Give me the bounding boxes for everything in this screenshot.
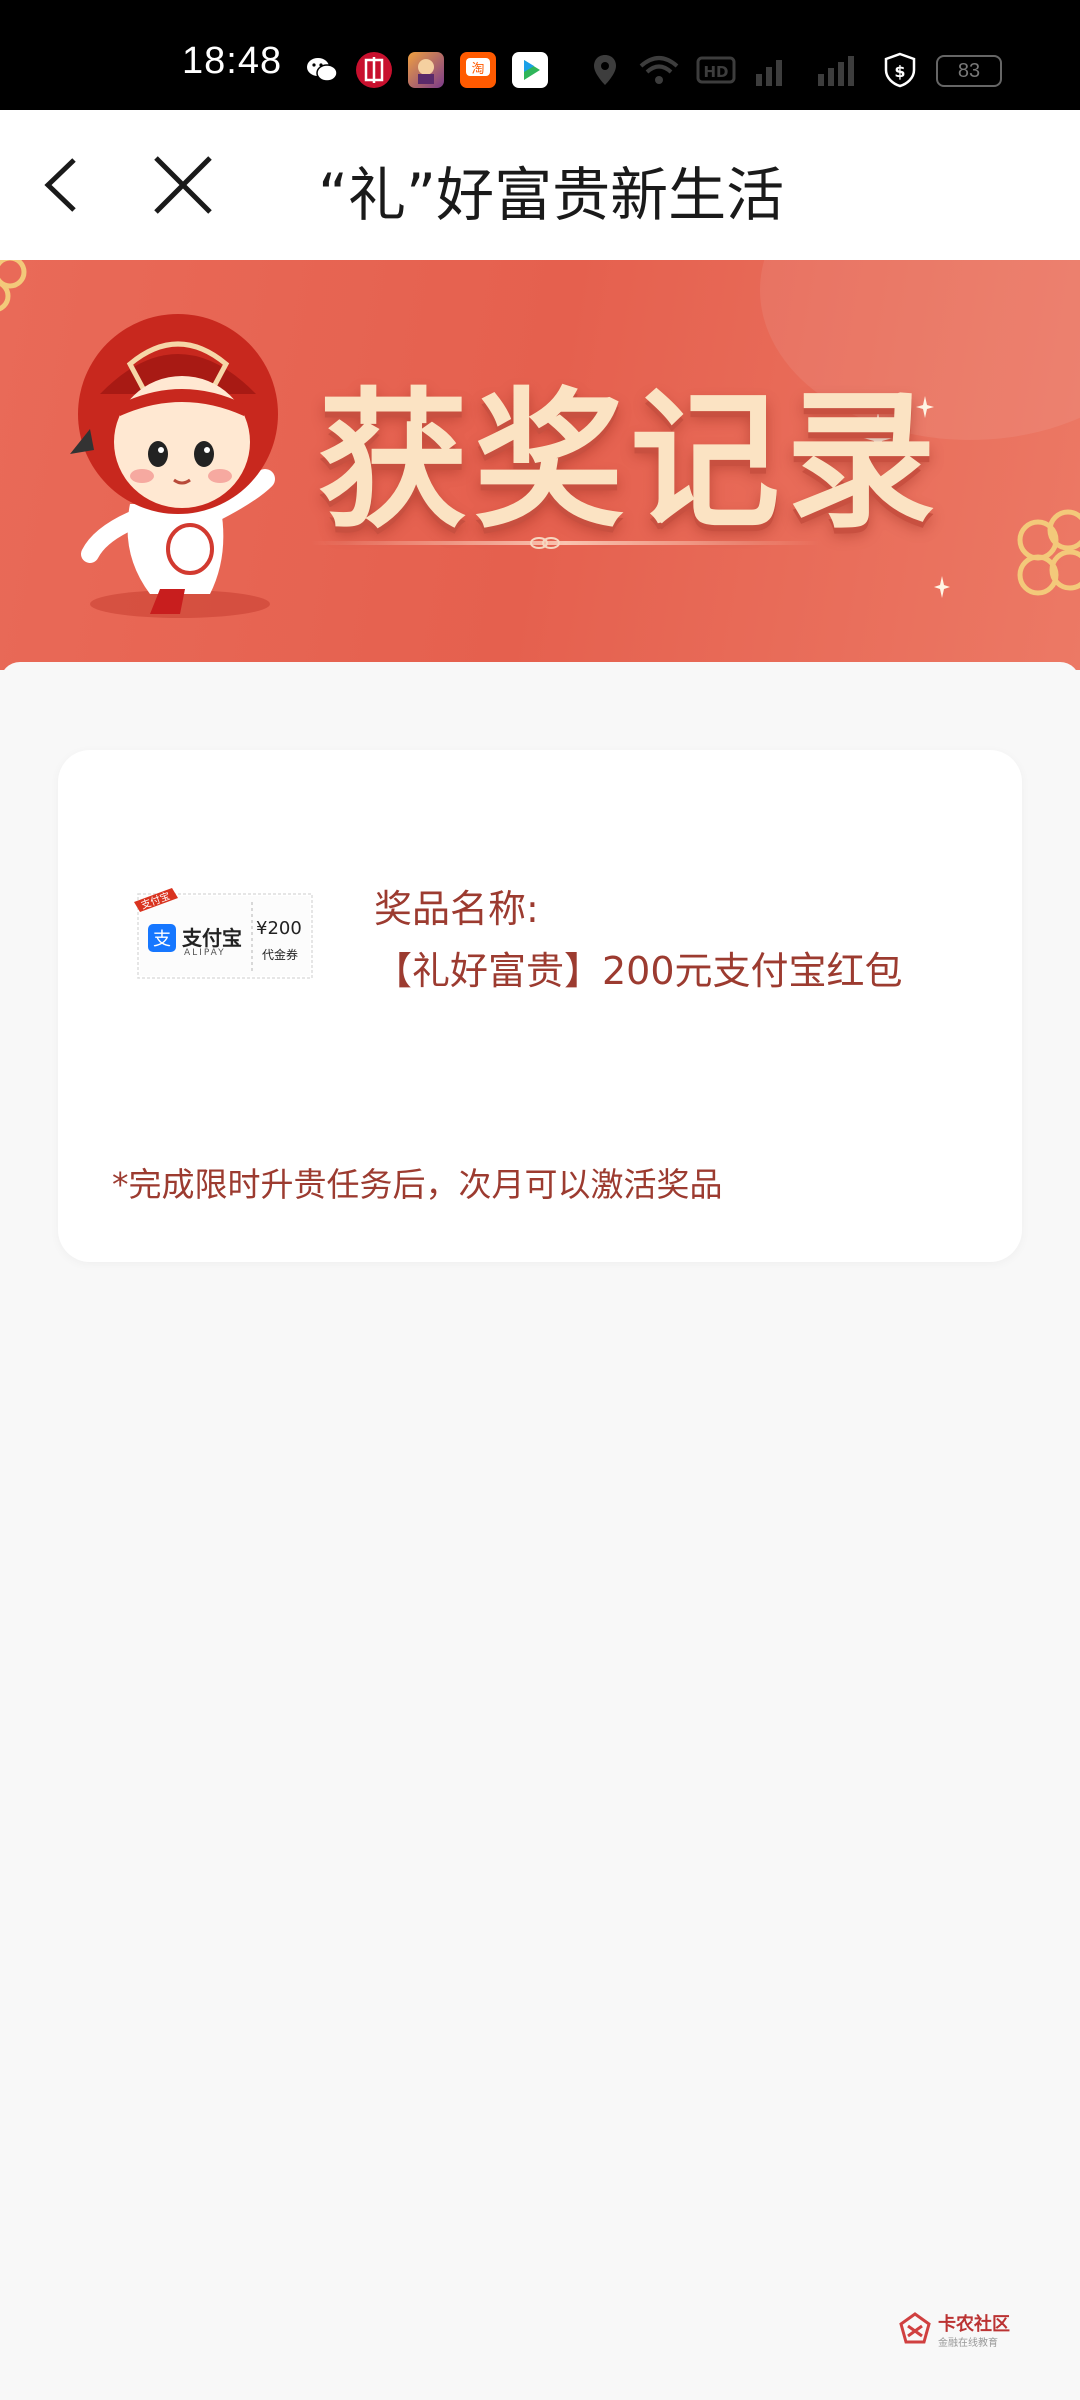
watermark-text: 卡农社区 [938,2314,1010,2335]
close-icon[interactable] [148,150,218,220]
citic-bank-icon [356,52,392,88]
video-icon [512,52,548,88]
watermark-logo-icon [899,2312,931,2344]
signal-icon [752,52,792,88]
watermark: 卡农社区 金融在线教育 [898,2308,1022,2352]
sparkle-icon [934,576,950,598]
hd-icon: HD [696,52,736,88]
banner-title: 获奖记录 [318,373,943,549]
nav-bar: “礼”好富贵新生活 [0,110,1080,260]
taobao-icon: 淘 [460,52,496,88]
chevron-left-icon[interactable] [30,150,100,220]
content-area: 支 支付宝 支付宝 ALIPAY ¥200 代金券 奖品名称: 【礼好富贵】20… [0,662,1080,2400]
prize-label: 奖品名称: [374,887,539,931]
coupon-amount-label: 代金券 [262,948,299,962]
signal-icon [814,52,862,88]
svg-text:淘: 淘 [471,62,484,77]
battery-indicator: 83 [936,55,1002,87]
game-icon [408,52,444,88]
prize-name: 【礼好富贵】200元支付宝红包 [374,949,903,993]
shield-dollar-icon: $ [882,52,918,88]
svg-text:HD: HD [703,63,728,81]
divider-ornament-icon [530,537,560,549]
clover-icon [1017,509,1080,596]
status-bar: 18:48 淘 HD $ 83 [0,0,1080,110]
activation-note: *完成限时升贵任务后，次月可以激活奖品 [112,1165,723,1204]
page-title: “礼”好富贵新生活 [318,161,785,229]
svg-text:支: 支 [153,929,171,950]
status-time: 18:48 [182,40,283,82]
wifi-icon [638,52,680,88]
coupon-brand-en: ALIPAY [184,948,226,958]
coupon-amount: ¥200 [256,918,302,939]
alipay-coupon-image: 支 支付宝 支付宝 ALIPAY ¥200 代金券 [132,888,318,982]
clover-icon [0,260,27,312]
location-icon [590,52,620,88]
coupon-brand: 支付宝 [182,926,242,950]
prize-card: 支 支付宝 支付宝 ALIPAY ¥200 代金券 奖品名称: 【礼好富贵】20… [58,750,1022,1262]
watermark-subtext: 金融在线教育 [938,2338,998,2349]
mascot-illustration [70,314,278,618]
banner-divider [310,541,820,545]
svg-text:$: $ [894,62,905,81]
wechat-icon [304,52,340,88]
award-record-banner: 获奖记录 [0,260,1080,670]
